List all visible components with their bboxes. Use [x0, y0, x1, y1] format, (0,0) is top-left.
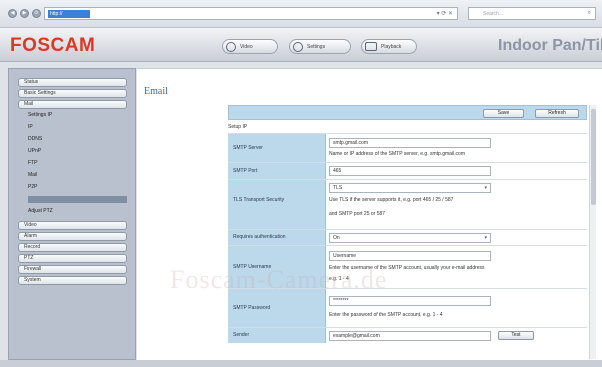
tab-settings-label: Settings: [307, 43, 326, 50]
forward-icon[interactable]: ▶: [20, 9, 29, 18]
sidebar-item-ptz[interactable]: PTZ: [18, 254, 127, 263]
address-bar[interactable]: http:// ▾ ⟳ ✕: [44, 7, 458, 20]
sidebar-item-system[interactable]: System: [18, 276, 127, 285]
smtp-port-row: SMTP Port 465: [228, 162, 587, 179]
sidebar-subitem-ptz[interactable]: Adjust PTZ: [28, 208, 53, 214]
play-icon: [226, 41, 236, 52]
label-cell: Sender: [228, 328, 326, 343]
label-cell: SMTP Server: [228, 134, 326, 162]
folder-icon: [365, 42, 377, 51]
auth-select[interactable]: On ▾: [329, 233, 491, 243]
camera-model-title: Indoor Pan/Tilt: [498, 37, 602, 54]
tls-select-value: TLS: [333, 185, 343, 191]
sidebar-subitem-upnp[interactable]: UPnP: [28, 148, 41, 154]
save-button[interactable]: Save: [483, 109, 524, 118]
settings-content: Email Save Refresh Setup IP SMTP Server …: [137, 68, 602, 360]
sidebar-item-record[interactable]: Record: [18, 243, 127, 252]
smtp-server-input[interactable]: smtp.gmail.com: [329, 138, 491, 148]
tls-row: TLS Transport Security TLS ▾ Use TLS if …: [228, 179, 587, 229]
tls-select[interactable]: TLS ▾: [329, 183, 491, 193]
sidebar-subitem-ip-settings[interactable]: Settings IP: [28, 112, 52, 118]
tab-video[interactable]: Video: [222, 39, 278, 54]
smtp-password-hint: Enter the password of the SMTP account, …: [329, 312, 443, 318]
smtp-port-label: SMTP Port: [233, 168, 258, 174]
chevron-down-icon: ▾: [484, 235, 487, 241]
smtp-port-input[interactable]: 465: [329, 166, 491, 176]
page-title: Email: [144, 86, 168, 97]
sidebar-subitem-ip[interactable]: IP: [28, 124, 33, 130]
search-icon[interactable]: ⌕: [588, 10, 591, 17]
tab-video-label: Video: [240, 43, 253, 50]
smtp-server-label: SMTP Server: [233, 145, 263, 151]
address-actions-icon[interactable]: ▾ ⟳ ✕: [437, 10, 453, 17]
smtp-server-row: SMTP Server smtp.gmail.com Name or IP ad…: [228, 133, 587, 162]
sidebar-item-video[interactable]: Video: [18, 221, 127, 230]
sidebar-subitem-active[interactable]: [28, 196, 127, 203]
brand-logo: FOSCAM: [10, 35, 96, 56]
scrollbar-thumb[interactable]: [591, 109, 596, 205]
label-cell: SMTP Port: [228, 163, 326, 179]
sidebar-item-network[interactable]: Mail: [18, 100, 127, 109]
smtp-username-input[interactable]: Username: [329, 251, 491, 261]
back-icon[interactable]: ◀: [8, 9, 17, 18]
browser-toolbar: ◀ ▶ ⟳ http:// ▾ ⟳ ✕ Search... ⌕: [0, 0, 602, 28]
sidebar-subitem-mail[interactable]: Mail: [28, 172, 37, 178]
tls-hint-second-line: and SMTP port 25 or 587: [329, 211, 386, 217]
tls-label: TLS Transport Security: [233, 197, 285, 203]
refresh-button[interactable]: Refresh: [535, 109, 579, 118]
sidebar-item-alarm[interactable]: Alarm: [18, 232, 127, 241]
auth-label: Requires authentication: [233, 234, 286, 240]
content-scrollbar[interactable]: [589, 105, 596, 359]
sidebar-subitem-ftp[interactable]: FTP: [28, 160, 37, 166]
browser-nav-buttons: ◀ ▶ ⟳: [8, 9, 41, 18]
tls-hint: Use TLS if the server supports it, e.g. …: [329, 197, 454, 203]
label-cell: TLS Transport Security: [228, 180, 326, 229]
auth-select-value: On: [333, 235, 340, 241]
sender-input[interactable]: example@gmail.com: [329, 331, 491, 341]
search-placeholder: Search...: [483, 11, 504, 17]
reload-icon[interactable]: ⟳: [32, 9, 41, 18]
sidebar-item-basic-settings[interactable]: Basic Settings: [18, 89, 127, 98]
tab-playback[interactable]: Playback: [361, 39, 417, 54]
chevron-down-icon: ▾: [484, 185, 487, 191]
browser-search-input[interactable]: Search... ⌕: [468, 7, 596, 20]
sidebar: Status Basic Settings Mail Settings IP I…: [8, 68, 136, 360]
smtp-password-label: SMTP Password: [233, 305, 271, 311]
sender-row: Sender example@gmail.com Test: [228, 327, 587, 343]
tab-playback-label: Playback: [381, 43, 402, 50]
url-text: http://: [48, 10, 90, 18]
label-cell: Requires authentication: [228, 230, 326, 245]
tab-settings[interactable]: Settings: [289, 39, 351, 54]
smtp-password-input[interactable]: ********: [329, 296, 491, 306]
sidebar-subitem-p2p[interactable]: P2P: [28, 184, 37, 190]
sender-label: Sender: [233, 332, 250, 338]
sidebar-subitem-ddns[interactable]: DDNS: [28, 136, 42, 142]
watermark-text: Foscam-Camera.de: [170, 265, 388, 294]
app-header: FOSCAM Video Settings Playback Indoor Pa…: [0, 28, 602, 62]
section-label: Setup IP: [228, 124, 248, 130]
sidebar-item-firewall[interactable]: Firewall: [18, 265, 127, 274]
settings-toolbar: Save Refresh: [228, 105, 587, 120]
sidebar-item-status[interactable]: Status: [18, 78, 127, 87]
auth-row: Requires authentication On ▾: [228, 229, 587, 245]
smtp-server-hint: Name or IP address of the SMTP server, e…: [329, 151, 465, 157]
gear-icon: [293, 41, 303, 52]
status-bar: [0, 360, 602, 367]
test-button[interactable]: Test: [498, 331, 534, 340]
